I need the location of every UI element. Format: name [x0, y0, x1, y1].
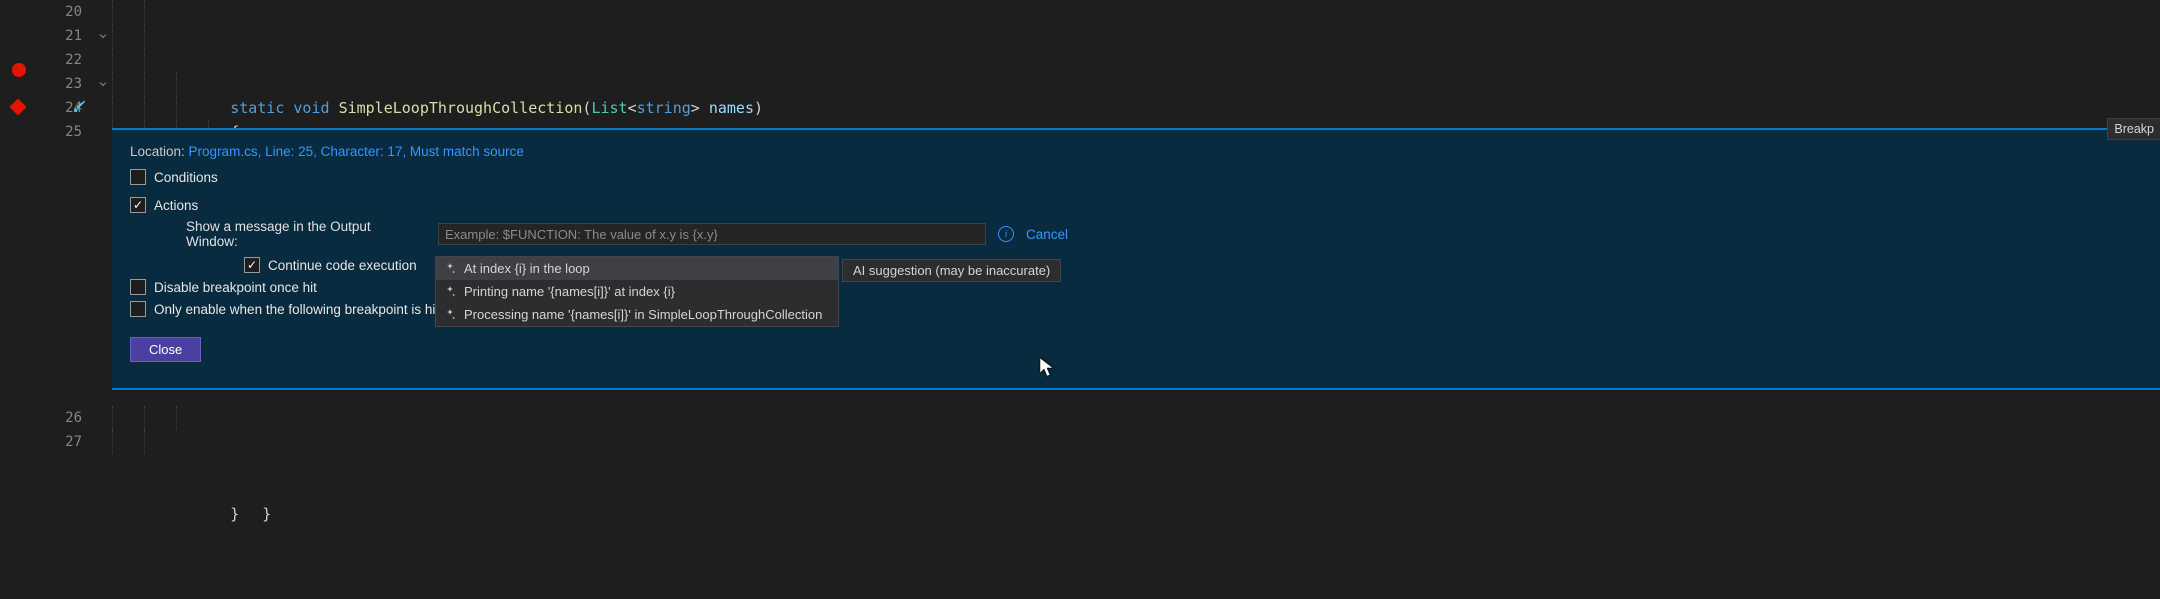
close-button[interactable]: Close [130, 337, 201, 362]
line-number: 22 [44, 48, 94, 72]
continue-execution-label: Continue code execution [268, 258, 417, 273]
line-number: 23 [44, 72, 94, 96]
suggestion-text: Processing name '{names[i]}' in SimpleLo… [464, 307, 822, 322]
suggestion-popup: At index {i} in the loop Printing name '… [435, 256, 839, 327]
only-enable-checkbox[interactable] [130, 301, 146, 317]
conditions-checkbox[interactable] [130, 169, 146, 185]
line-number-gutter: 20 21 22 23 24 25 26 27 [44, 0, 94, 599]
disable-once-label: Disable breakpoint once hit [154, 280, 317, 295]
suggestion-item[interactable]: Printing name '{names[i]}' at index {i} [436, 280, 838, 303]
location-value: Program.cs, Line: 25, Character: 17, Mus… [189, 144, 524, 159]
conditions-label: Conditions [154, 170, 218, 185]
line-number: 27 [44, 430, 94, 454]
sparkle-icon [444, 286, 456, 298]
actions-checkbox[interactable] [130, 197, 146, 213]
glyph-margin[interactable] [0, 0, 44, 599]
disable-once-checkbox[interactable] [130, 279, 146, 295]
message-input[interactable] [438, 223, 986, 245]
info-icon[interactable]: i [998, 226, 1014, 242]
quick-actions-icon[interactable] [73, 99, 87, 116]
continue-execution-checkbox[interactable] [244, 257, 260, 273]
line-number: 25 [44, 120, 94, 144]
breakpoint-glyph-tracepoint[interactable] [10, 99, 27, 116]
ai-suggestion-badge: AI suggestion (may be inaccurate) [842, 259, 1061, 282]
fold-toggle[interactable] [94, 72, 112, 96]
location-label: Location: [130, 144, 189, 159]
breakpoint-settings-panel: Location: Program.cs, Line: 25, Characte… [112, 128, 2160, 390]
line-number: 26 [44, 406, 94, 430]
line-number: 21 [44, 24, 94, 48]
breakpoint-location: Location: Program.cs, Line: 25, Characte… [130, 144, 2142, 159]
suggestion-item[interactable]: At index {i} in the loop [436, 257, 838, 280]
breakpoint-glyph-pending[interactable] [12, 63, 26, 77]
actions-label: Actions [154, 198, 198, 213]
cancel-link[interactable]: Cancel [1026, 227, 1068, 242]
suggestion-text: At index {i} in the loop [464, 261, 590, 276]
only-enable-label: Only enable when the following breakpoin… [154, 302, 443, 317]
sparkle-icon [444, 309, 456, 321]
sparkle-icon [444, 263, 456, 275]
breakpoints-side-tab[interactable]: Breakp [2107, 118, 2160, 140]
message-label: Show a message in the Output Window: [186, 219, 426, 249]
suggestion-text: Printing name '{names[i]}' at index {i} [464, 284, 675, 299]
suggestion-item[interactable]: Processing name '{names[i]}' in SimpleLo… [436, 303, 838, 326]
fold-column [94, 0, 112, 599]
fold-toggle[interactable] [94, 24, 112, 48]
line-number: 20 [44, 0, 94, 24]
fold-toggle[interactable] [94, 0, 112, 24]
